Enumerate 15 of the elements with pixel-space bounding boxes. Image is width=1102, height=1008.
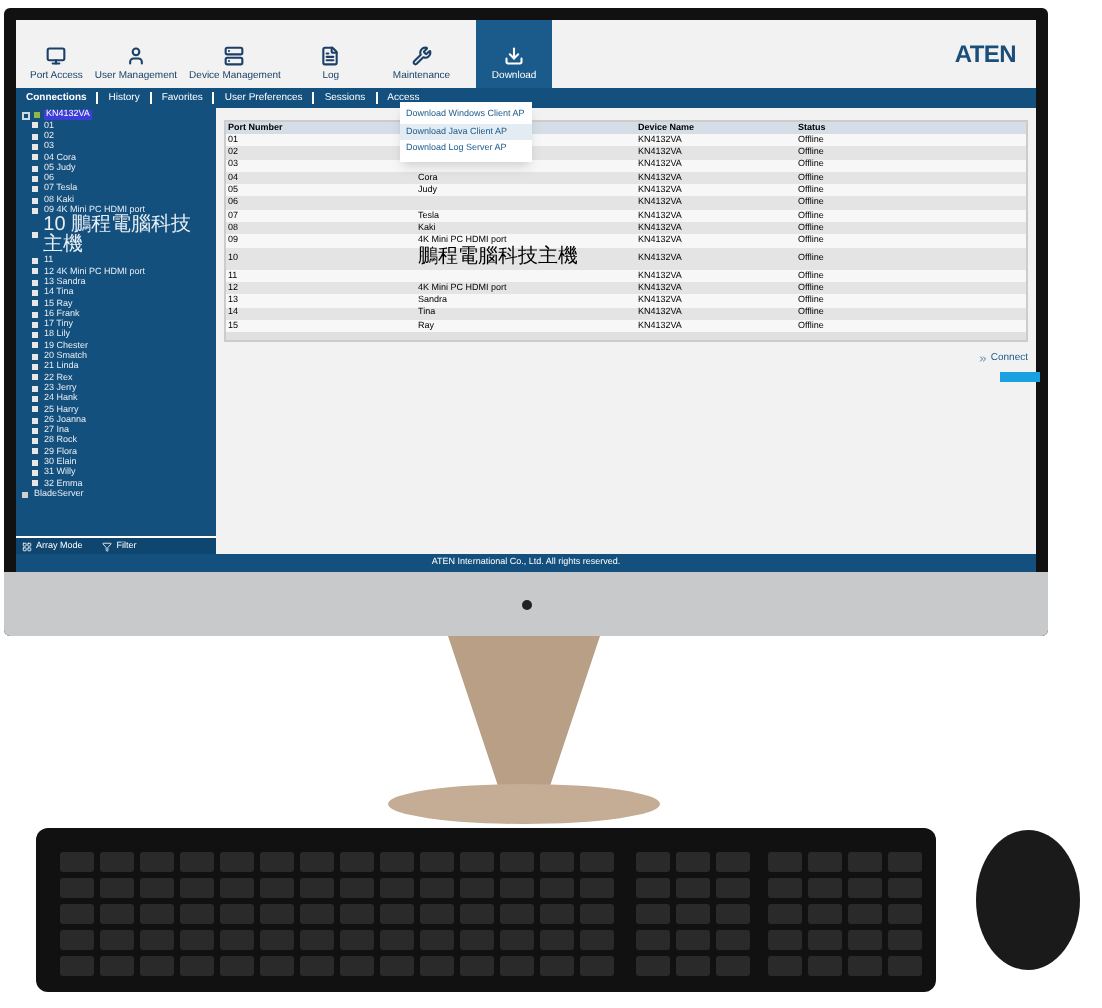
mouse-drawing: [972, 828, 1084, 972]
accent-bar: [1000, 372, 1040, 382]
user-icon: [125, 46, 146, 66]
camera-icon: [521, 599, 531, 609]
tree-item[interactable]: 10 鵬程電腦科技主機: [41, 215, 212, 256]
port-icon: [32, 232, 38, 239]
chevrons-icon: [978, 354, 989, 365]
server-icon: [224, 46, 245, 66]
monitor-icon: [46, 46, 67, 66]
collapse-icon[interactable]: [22, 111, 30, 120]
download-icon: [504, 46, 525, 66]
logo: ATEN: [954, 38, 1016, 72]
document-icon: [320, 46, 341, 66]
wrench-icon: [411, 46, 432, 66]
table-cell-text: 鵬程電腦科技主機: [418, 248, 580, 269]
